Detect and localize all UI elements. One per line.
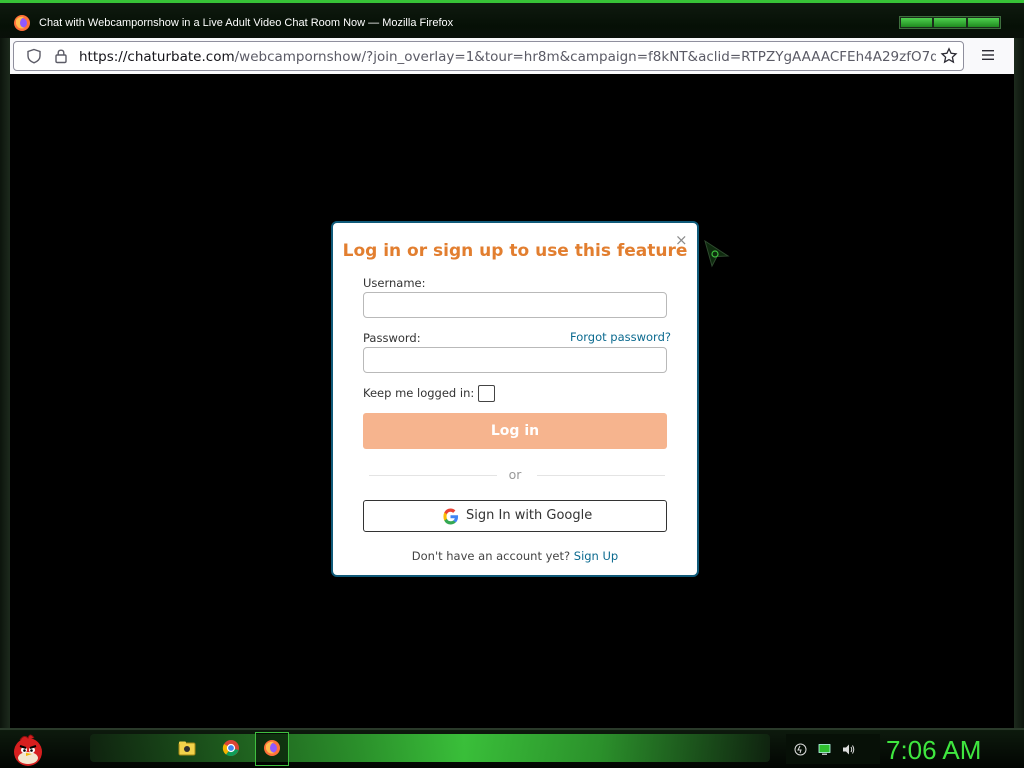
signup-link[interactable]: Sign Up	[574, 549, 618, 563]
chrome-browser-icon[interactable]	[222, 739, 240, 757]
maximize-button[interactable]	[934, 18, 966, 27]
google-signin-label: Sign In with Google	[466, 508, 593, 523]
window-frame-left	[0, 38, 10, 728]
divider-right	[537, 475, 665, 476]
taskbar-clock[interactable]: 7:06 AM	[886, 735, 981, 766]
firefox-taskbar-icon[interactable]	[263, 739, 281, 757]
signup-row: Don't have an account yet? Sign Up	[333, 549, 697, 563]
navigation-toolbar: https://chaturbate.com/webcampornshow/?j…	[10, 38, 1014, 74]
window-frame-right	[1014, 38, 1024, 728]
taskbar: 7:06 AM	[0, 728, 1024, 768]
no-account-text: Don't have an account yet?	[411, 549, 571, 563]
username-label: Username:	[363, 276, 426, 290]
window-title: Chat with Webcampornshow in a Live Adult…	[39, 17, 454, 29]
window-controls[interactable]	[899, 16, 1001, 29]
forgot-password-link[interactable]: Forgot password?	[570, 330, 671, 344]
mouse-cursor-icon	[704, 240, 730, 268]
password-input[interactable]	[363, 347, 667, 373]
google-signin-button[interactable]: Sign In with Google	[363, 500, 667, 532]
display-icon[interactable]	[818, 743, 831, 756]
keep-logged-in-checkbox[interactable]	[478, 385, 495, 402]
bookmark-star-icon[interactable]	[940, 47, 958, 65]
volume-icon[interactable]	[842, 743, 855, 756]
hamburger-menu-icon[interactable]	[979, 46, 997, 64]
close-window-button[interactable]	[967, 18, 999, 27]
keep-logged-in-label: Keep me logged in:	[363, 386, 475, 400]
dialog-heading: Log in or sign up to use this feature	[342, 241, 688, 261]
file-manager-icon[interactable]	[178, 739, 196, 757]
tracking-protection-shield-icon[interactable]	[26, 48, 42, 64]
url-text[interactable]: https://chaturbate.com/webcampornshow/?j…	[79, 49, 936, 65]
network-status-icon[interactable]	[794, 743, 807, 756]
username-input[interactable]	[363, 292, 667, 318]
login-dialog: × Log in or sign up to use this feature …	[331, 221, 699, 577]
address-bar[interactable]: https://chaturbate.com/webcampornshow/?j…	[13, 41, 964, 71]
angry-bird-start-icon[interactable]	[10, 732, 46, 768]
window-titlebar[interactable]: Chat with Webcampornshow in a Live Adult…	[0, 0, 1024, 42]
url-path: /webcampornshow/?join_overlay=1&tour=hr8…	[234, 49, 936, 65]
google-logo-icon	[443, 508, 459, 525]
login-button[interactable]: Log in	[363, 413, 667, 449]
firefox-icon	[14, 15, 30, 31]
password-label: Password:	[363, 331, 421, 345]
url-domain: https://chaturbate.com	[79, 49, 235, 65]
minimize-button[interactable]	[901, 18, 933, 27]
lock-icon[interactable]	[53, 48, 69, 64]
